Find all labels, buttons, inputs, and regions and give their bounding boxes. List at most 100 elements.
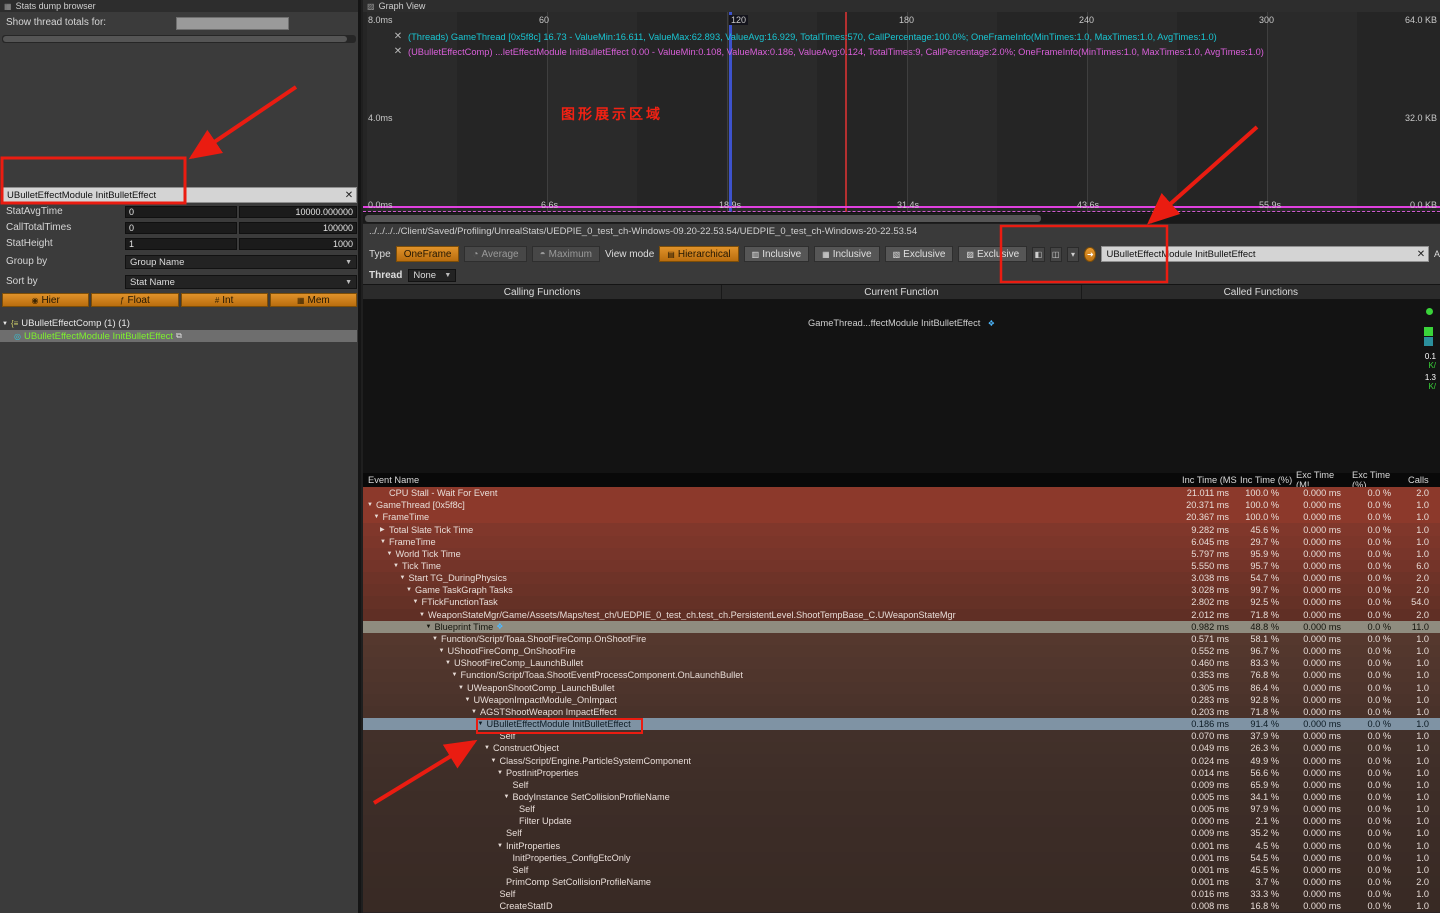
event-row[interactable]: Self 0.005 ms 97.9 % 0.000 ms 0.0 % 1.0 [363, 803, 1440, 815]
event-row[interactable]: CreateStatID 0.008 ms 16.8 % 0.000 ms 0.… [363, 900, 1440, 912]
event-row[interactable]: ▼ FrameTime 6.045 ms 29.7 % 0.000 ms 0.0… [363, 536, 1440, 548]
expander-expanded-icon[interactable]: ▼ [478, 721, 487, 727]
apply-search-button[interactable]: ➜ [1084, 247, 1096, 262]
stat-height-min-input[interactable] [125, 238, 237, 250]
call-total-times-min-input[interactable] [125, 222, 237, 234]
oneframe-button[interactable]: OneFrame [396, 246, 460, 262]
expander-expanded-icon[interactable]: ▼ [471, 709, 480, 715]
expander-expanded-icon[interactable]: ▼ [504, 794, 513, 800]
event-row[interactable]: ▼ BodyInstance SetCollisionProfileName 0… [363, 791, 1440, 803]
event-row[interactable]: Self 0.009 ms 65.9 % 0.000 ms 0.0 % 1.0 [363, 779, 1440, 791]
stat-avg-time-min-input[interactable] [125, 206, 237, 218]
chart-option-button[interactable]: ◧ [1032, 247, 1044, 262]
event-row[interactable]: ▼ FTickFunctionTask 2.802 ms 92.5 % 0.00… [363, 596, 1440, 608]
maximum-button[interactable]: ◓Maximum [532, 246, 600, 262]
event-row[interactable]: ▼ Start TG_DuringPhysics 3.038 ms 54.7 %… [363, 572, 1440, 584]
left-scrollbar[interactable] [2, 35, 356, 43]
graph-canvas[interactable]: 8.0ms 60 120 180 240 300 64.0 KB 4.0ms 3… [363, 12, 1440, 213]
event-row[interactable]: ▼ Function/Script/Toaa.ShootFireComp.OnS… [363, 633, 1440, 645]
mem-filter-button[interactable]: ▦Mem [270, 293, 357, 307]
event-row[interactable]: ▼ ConstructObject 0.049 ms 26.3 % 0.000 … [363, 742, 1440, 754]
inclusive-button-1[interactable]: ▥Inclusive [744, 246, 809, 262]
col-calls[interactable]: Calls [1406, 475, 1440, 485]
hier-filter-button[interactable]: ◉Hier [2, 293, 89, 307]
expander-expanded-icon[interactable]: ▼ [458, 685, 467, 691]
function-search-clear-icon[interactable]: ✕ [1414, 249, 1428, 260]
event-row[interactable]: ▼ World Tick Time 5.797 ms 95.9 % 0.000 … [363, 548, 1440, 560]
event-row[interactable]: ▼ UWeaponImpactModule_OnImpact 0.283 ms … [363, 694, 1440, 706]
event-row[interactable]: Self 0.001 ms 45.5 % 0.000 ms 0.0 % 1.0 [363, 864, 1440, 876]
expander-expanded-icon[interactable]: ▼ [393, 563, 402, 569]
expander-expanded-icon[interactable]: ▼ [465, 697, 474, 703]
event-row[interactable]: ▼ UWeaponShootComp_LaunchBullet 0.305 ms… [363, 682, 1440, 694]
expander-expanded-icon[interactable]: ▼ [497, 770, 506, 776]
legend-close-icon[interactable]: ✕ [393, 31, 403, 42]
expander-expanded-icon[interactable]: ▼ [2, 321, 8, 327]
event-row[interactable]: ▼ PostInitProperties 0.014 ms 56.6 % 0.0… [363, 767, 1440, 779]
event-row[interactable]: ▼ Tick Time 5.550 ms 95.7 % 0.000 ms 0.0… [363, 560, 1440, 572]
inclusive-button-2[interactable]: ▦Inclusive [814, 246, 879, 262]
current-function-entry[interactable]: GameThread...ffectModule InitBulletEffec… [722, 313, 1081, 331]
event-row[interactable]: ▼ Blueprint Time ❖ 0.982 ms 48.8 % 0.000… [363, 621, 1440, 633]
stat-height-max-input[interactable] [239, 238, 357, 250]
event-row[interactable]: InitProperties_ConfigEtcOnly 0.001 ms 54… [363, 852, 1440, 864]
graph-hscrollbar-handle[interactable] [365, 215, 1041, 222]
event-row[interactable]: Filter Update 0.000 ms 2.1 % 0.000 ms 0.… [363, 815, 1440, 827]
expander-collapsed-icon[interactable]: ▶ [380, 526, 389, 533]
exclusive-button-2[interactable]: ▨Exclusive [958, 246, 1027, 262]
col-inc-time-ms[interactable]: Inc Time (MS [1180, 475, 1238, 485]
show-thread-totals-input[interactable] [176, 17, 289, 30]
int-filter-button[interactable]: #Int [181, 293, 268, 307]
event-row[interactable]: ▼ Class/Script/Engine.ParticleSystemComp… [363, 754, 1440, 766]
hierarchical-button[interactable]: ▤Hierarchical [659, 246, 738, 262]
view-option-button[interactable]: ◫ [1050, 247, 1062, 262]
event-row[interactable]: ▼ WeaponStateMgr/Game/Assets/Maps/test_c… [363, 609, 1440, 621]
event-row[interactable]: PrimComp SetCollisionProfileName 0.001 m… [363, 876, 1440, 888]
col-event-name[interactable]: Event Name [363, 475, 1180, 485]
expander-expanded-icon[interactable]: ▼ [491, 758, 500, 764]
left-scrollbar-handle[interactable] [3, 36, 347, 42]
expander-expanded-icon[interactable]: ▼ [380, 539, 389, 545]
tree-root-row[interactable]: ▼ {≡ UBulletEffectComp (1) (1) [2, 318, 130, 329]
expander-expanded-icon[interactable]: ▼ [374, 514, 383, 520]
event-row[interactable]: ▼ GameThread [0x5f8c] 20.371 ms 100.0 % … [363, 499, 1440, 511]
expander-expanded-icon[interactable]: ▼ [432, 636, 441, 642]
graph-hscrollbar[interactable] [363, 214, 1440, 223]
sort-by-dropdown[interactable]: Stat Name ▼ [125, 275, 357, 289]
expander-expanded-icon[interactable]: ▼ [452, 672, 461, 678]
expander-expanded-icon[interactable]: ▼ [426, 624, 435, 630]
tree-child-row-selected[interactable]: ◎ UBulletEffectModule InitBulletEffect ⧉ [0, 330, 357, 342]
expander-expanded-icon[interactable]: ▼ [439, 648, 448, 654]
expander-expanded-icon[interactable]: ▼ [400, 575, 409, 581]
expander-expanded-icon[interactable]: ▼ [419, 612, 428, 618]
stat-avg-time-max-input[interactable] [239, 206, 357, 218]
options-dropdown-button[interactable]: ▾ [1067, 247, 1079, 262]
event-row[interactable]: ▶ Total Slate Tick Time 9.282 ms 45.6 % … [363, 523, 1440, 535]
col-inc-time-pct[interactable]: Inc Time (%) [1238, 475, 1294, 485]
expander-expanded-icon[interactable]: ▼ [497, 843, 506, 849]
event-row-selected[interactable]: ▼ UBulletEffectModule InitBulletEffect 0… [363, 718, 1440, 730]
left-search-clear-icon[interactable]: ✕ [342, 190, 356, 201]
event-row[interactable]: CPU Stall - Wait For Event 21.011 ms 100… [363, 487, 1440, 499]
event-row[interactable]: ▼ InitProperties 0.001 ms 4.5 % 0.000 ms… [363, 840, 1440, 852]
expander-expanded-icon[interactable]: ▼ [484, 745, 493, 751]
event-row[interactable]: ▼ Function/Script/Toaa.ShootEventProcess… [363, 669, 1440, 681]
group-by-dropdown[interactable]: Group Name ▼ [125, 255, 357, 269]
average-button[interactable]: ◔Average [464, 246, 526, 262]
event-row[interactable]: ▼ FrameTime 20.367 ms 100.0 % 0.000 ms 0… [363, 511, 1440, 523]
event-row[interactable]: Self 0.070 ms 37.9 % 0.000 ms 0.0 % 1.0 [363, 730, 1440, 742]
expander-expanded-icon[interactable]: ▼ [445, 660, 454, 666]
expander-expanded-icon[interactable]: ▼ [413, 599, 422, 605]
float-filter-button[interactable]: ƒFloat [91, 293, 178, 307]
call-total-times-max-input[interactable] [239, 222, 357, 234]
event-row[interactable]: ▼ Game TaskGraph Tasks 3.028 ms 99.7 % 0… [363, 584, 1440, 596]
left-search-input[interactable] [3, 190, 342, 201]
expander-expanded-icon[interactable]: ▼ [367, 502, 376, 508]
legend-close-icon[interactable]: ✕ [393, 46, 403, 57]
function-search-input[interactable] [1102, 249, 1413, 260]
exclusive-button-1[interactable]: ▧Exclusive [885, 246, 954, 262]
event-row[interactable]: Self 0.016 ms 33.3 % 0.000 ms 0.0 % 1.0 [363, 888, 1440, 900]
event-row[interactable]: ▼ UShootFireComp_LaunchBullet 0.460 ms 8… [363, 657, 1440, 669]
event-row[interactable]: ▼ UShootFireComp_OnShootFire 0.552 ms 96… [363, 645, 1440, 657]
expander-expanded-icon[interactable]: ▼ [406, 587, 415, 593]
